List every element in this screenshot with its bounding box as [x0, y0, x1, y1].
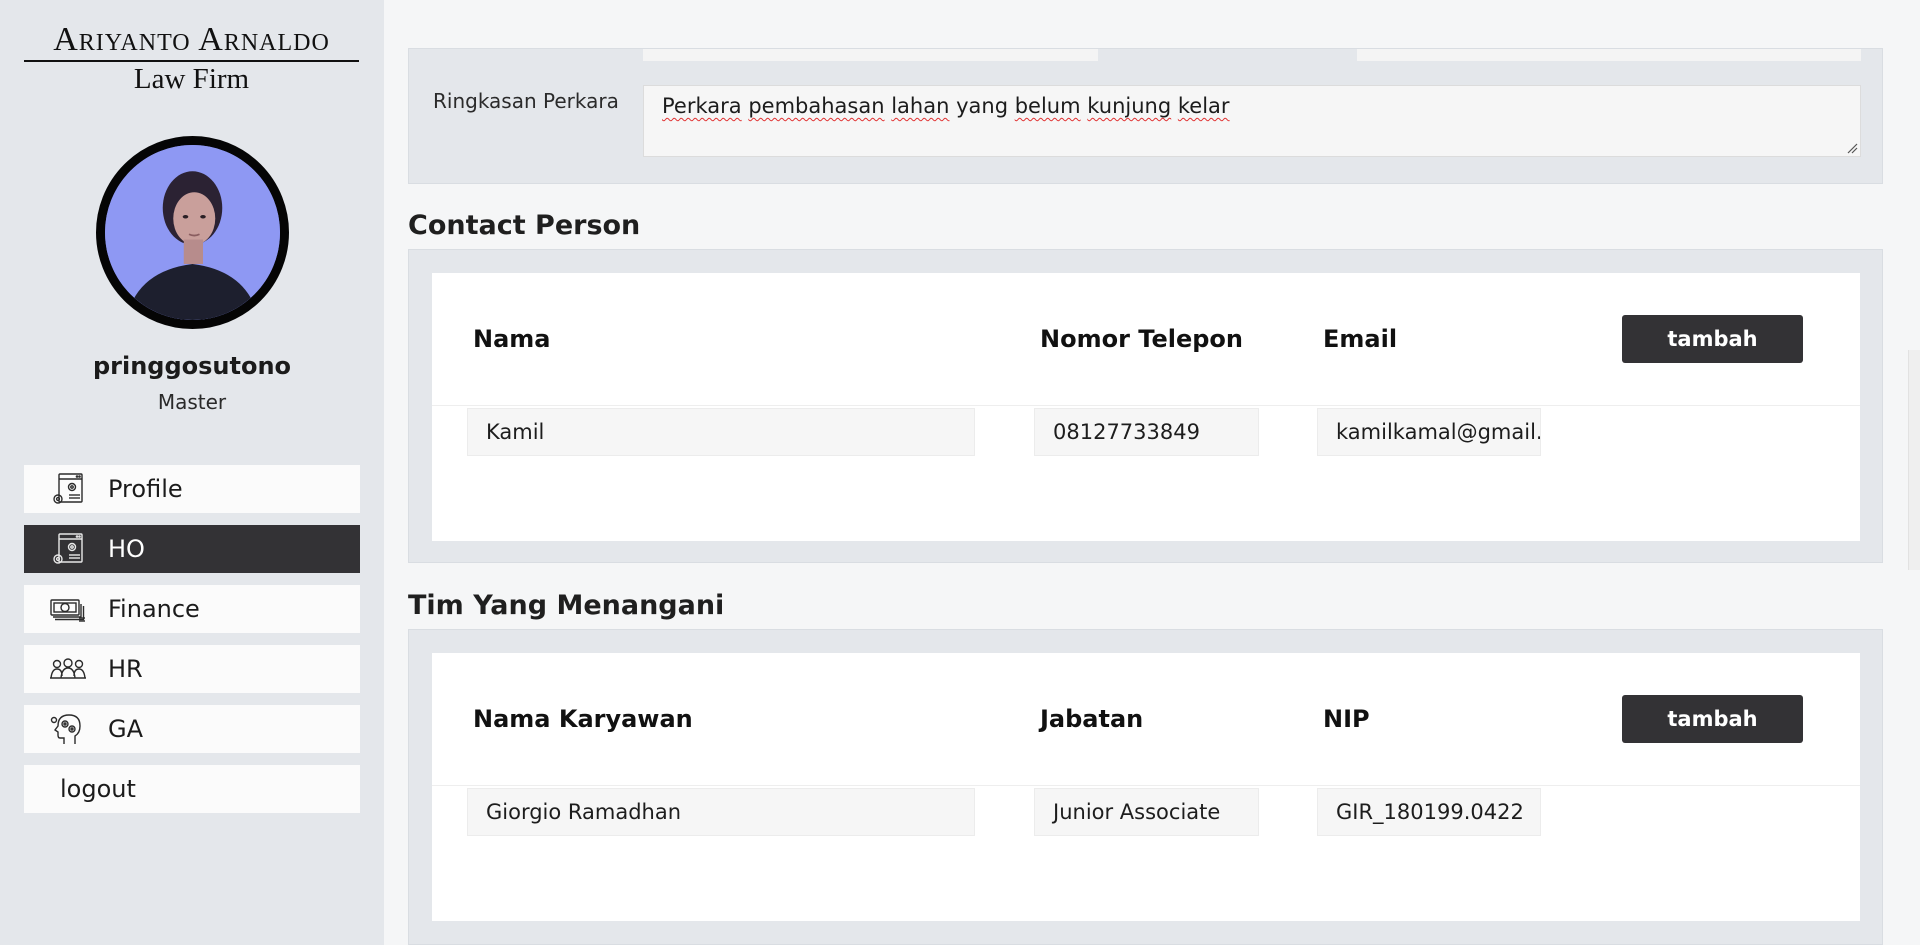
- tim-nama-input[interactable]: Giorgio Ramadhan: [467, 788, 975, 836]
- firm-logo-subtitle: Law Firm: [133, 63, 250, 95]
- people-group-icon: [48, 651, 88, 687]
- text-segment: Perkara: [662, 94, 742, 118]
- nav-item-finance[interactable]: Finance: [24, 585, 360, 633]
- tim-jabatan-input[interactable]: Junior Associate: [1034, 788, 1259, 836]
- firm-logo-name: Ariyanto Arnaldo: [24, 20, 359, 62]
- tim-table: Nama Karyawan Jabatan NIP tambah Giorgio…: [432, 653, 1860, 921]
- user-role: Master: [157, 390, 227, 414]
- contact-nama-input[interactable]: Kamil: [467, 408, 975, 456]
- column-header-email: Email: [1323, 325, 1398, 353]
- scrollbar[interactable]: [1908, 350, 1920, 570]
- tim-panel: Nama Karyawan Jabatan NIP tambah Giorgio…: [408, 629, 1883, 945]
- user-portrait-image: [105, 145, 280, 320]
- user-name: pringgosutono: [92, 352, 292, 380]
- top-strip: [408, 0, 1920, 48]
- ringkasan-textarea[interactable]: Perkara pembahasan lahan yang belum kunj…: [643, 85, 1861, 157]
- column-header-nama: Nama: [473, 325, 551, 353]
- firm-logo[interactable]: Ariyanto Arnaldo Law Firm: [24, 20, 359, 96]
- contact-telepon-input[interactable]: 08127733849: [1034, 408, 1259, 456]
- text-segment: kunjung: [1087, 94, 1172, 118]
- nav-item-label: Finance: [108, 595, 200, 623]
- contact-person-panel: Nama Nomor Telepon Email tambah Kamil 08…: [408, 249, 1883, 563]
- settings-window-icon: [48, 471, 88, 507]
- table-header-row: Nama Nomor Telepon Email tambah: [432, 273, 1860, 406]
- sidebar: Ariyanto Arnaldo Law Firm pringgosutono …: [0, 0, 384, 945]
- nav-item-profile[interactable]: Profile: [24, 465, 360, 513]
- previous-field-input[interactable]: [1357, 49, 1861, 61]
- tim-yang-menangani-title: Tim Yang Menangani: [408, 590, 725, 621]
- nav-item-label: GA: [108, 715, 144, 743]
- resize-grip-icon[interactable]: [1846, 142, 1858, 154]
- nav-item-label: Profile: [108, 475, 183, 503]
- ringkasan-panel: Ringkasan Perkara Perkara pembahasan lah…: [408, 48, 1883, 184]
- main-content: Ringkasan Perkara Perkara pembahasan lah…: [384, 0, 1920, 945]
- nav-item-ga[interactable]: GA: [24, 705, 360, 753]
- contact-person-table: Nama Nomor Telepon Email tambah Kamil 08…: [432, 273, 1860, 541]
- column-header-nama-karyawan: Nama Karyawan: [473, 705, 693, 733]
- column-header-telepon: Nomor Telepon: [1040, 325, 1243, 353]
- settings-window-icon: [48, 531, 88, 567]
- text-segment: pembahasan: [748, 94, 885, 118]
- previous-field-input[interactable]: [643, 49, 1098, 61]
- ringkasan-label: Ringkasan Perkara: [433, 89, 619, 113]
- contact-email-input[interactable]: kamilkamal@gmail.com: [1317, 408, 1541, 456]
- nav-item-label: HO: [108, 535, 145, 563]
- nav-item-label: HR: [108, 655, 143, 683]
- column-header-jabatan: Jabatan: [1040, 705, 1144, 733]
- text-segment: yang: [949, 94, 1015, 118]
- add-team-member-button[interactable]: tambah: [1622, 695, 1803, 743]
- avatar: [96, 136, 289, 329]
- column-header-nip: NIP: [1323, 705, 1370, 733]
- text-segment: kelar: [1177, 94, 1230, 118]
- table-header-row: Nama Karyawan Jabatan NIP tambah: [432, 653, 1860, 786]
- add-contact-button[interactable]: tambah: [1622, 315, 1803, 363]
- text-segment: lahan: [891, 94, 950, 118]
- contact-person-title: Contact Person: [408, 210, 641, 241]
- money-stack-icon: [48, 591, 88, 627]
- nav-item-ho[interactable]: HO: [24, 525, 360, 573]
- text-segment: belum: [1014, 94, 1081, 118]
- text-segment: [1171, 94, 1178, 118]
- nav-item-logout[interactable]: logout: [24, 765, 360, 813]
- nav-item-label: logout: [60, 775, 136, 803]
- head-gears-icon: [48, 711, 88, 747]
- nav-item-hr[interactable]: HR: [24, 645, 360, 693]
- tim-nip-input[interactable]: GIR_180199.0422: [1317, 788, 1541, 836]
